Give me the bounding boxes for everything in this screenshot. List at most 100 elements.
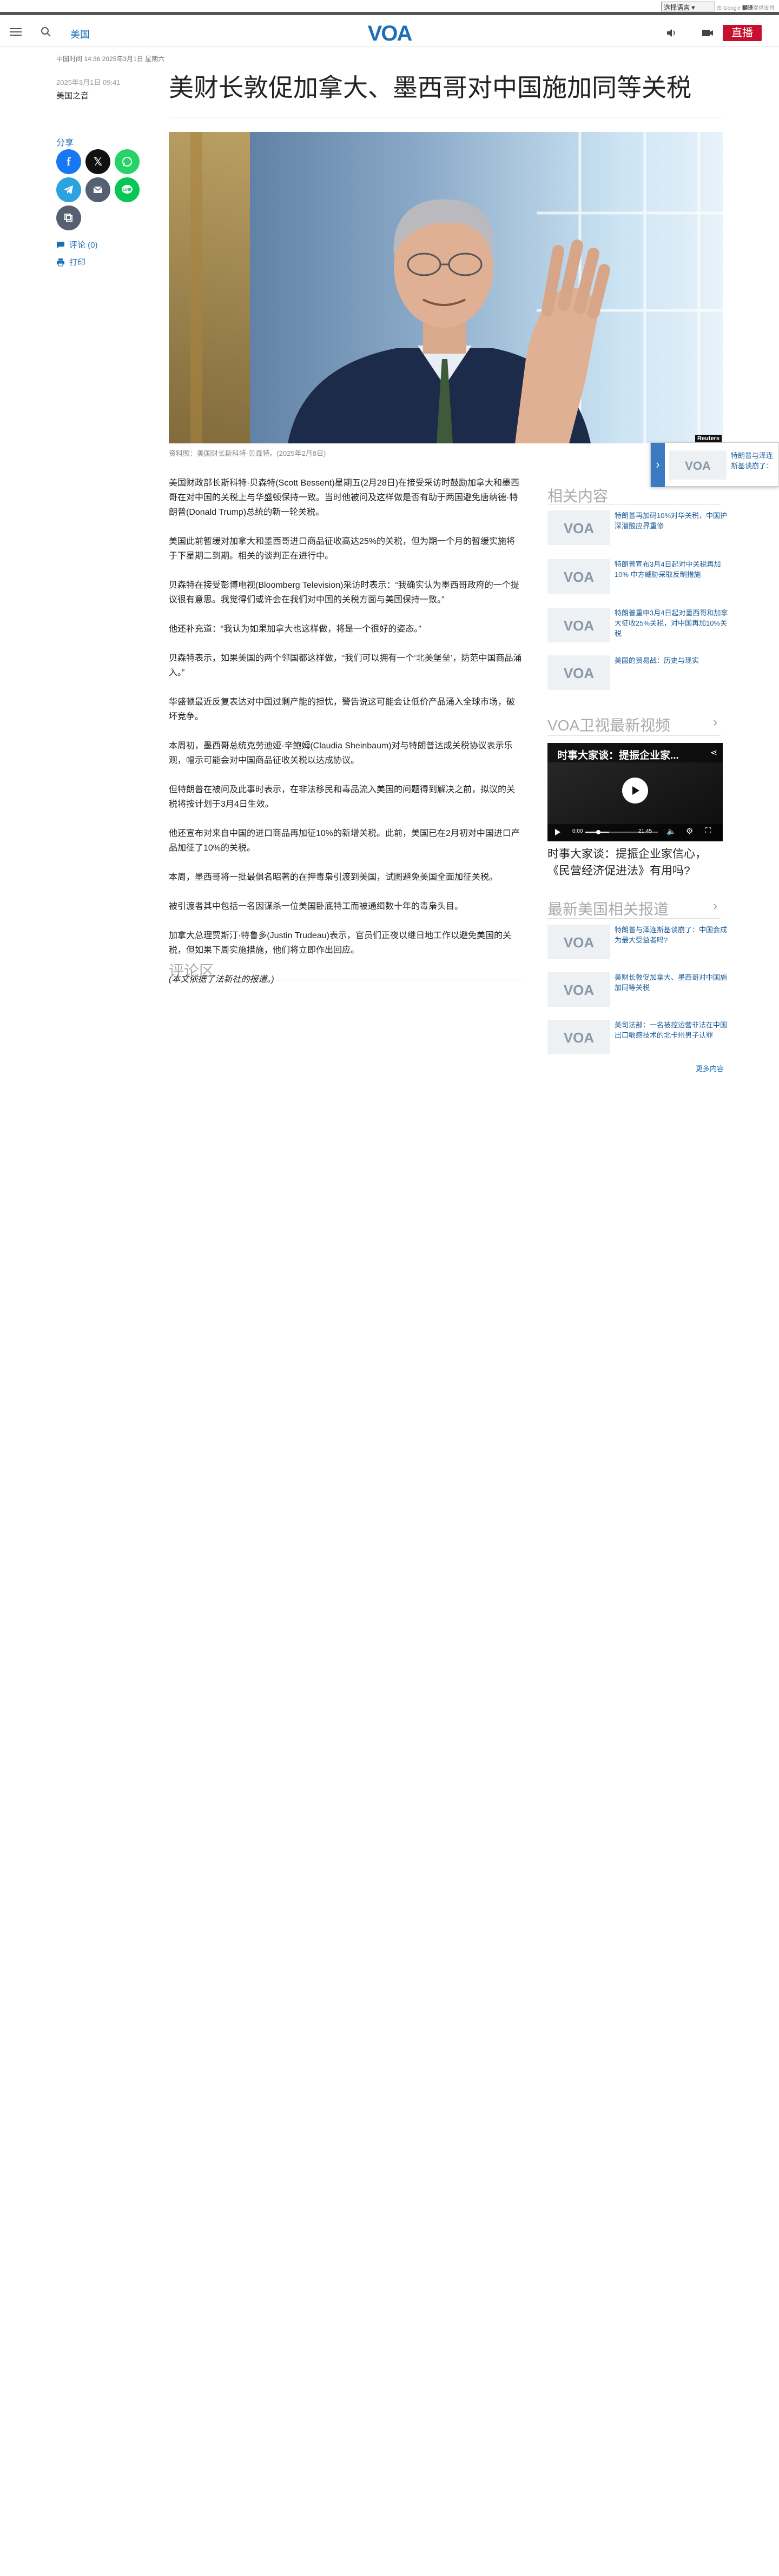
svg-text:VOA: VOA: [564, 934, 595, 950]
svg-text:VOA: VOA: [564, 569, 595, 585]
author-link[interactable]: 美国之音: [56, 90, 89, 101]
google-translate-attribution: 由 Google 翻译提供支持: [716, 3, 775, 11]
video-caption[interactable]: 时事大家谈：提振企业家信心，《民营经济促进法》有用吗?: [547, 846, 723, 879]
telegram-share-button[interactable]: [56, 177, 81, 202]
paragraph: 被引渡者其中包括一名因谋杀一位美国卧底特工而被通缉数十年的毒枭头目。: [169, 902, 464, 911]
settings-icon[interactable]: ⚙: [686, 826, 693, 836]
paragraph: 加拿大总理贾斯汀·特鲁多(Justin Trudeau)表示，官员们正夜以继日地…: [169, 931, 511, 955]
comments-label: 评论 (0): [69, 241, 98, 250]
email-icon: [93, 186, 103, 193]
print-label: 打印: [69, 258, 86, 267]
audio-icon[interactable]: [665, 27, 677, 39]
email-share-button[interactable]: [85, 177, 110, 202]
play-button[interactable]: [622, 778, 648, 804]
paragraph: 本周初，墨西哥总统克劳迪娅·辛鲍姆(Claudia Sheinbaum)对与特朗…: [169, 741, 513, 765]
paragraph: 贝森特表示，如果美国的两个邻国都这样做，“我们可以拥有一个‘北美堡垒’，防范中国…: [169, 654, 522, 678]
paragraph: 他还宣布对来自中国的进口商品再加征10%的新增关税。此前，美国已在2月初对中国进…: [169, 829, 520, 853]
chevron-right-icon[interactable]: ›: [713, 899, 717, 914]
voa-logo[interactable]: VOA: [361, 20, 418, 45]
latest-link[interactable]: 美司法部：一名被控运营非法在中国出口敏感技术的北卡州男子认罪: [615, 1020, 728, 1040]
voa-thumb-icon: VOA: [547, 925, 610, 959]
svg-text:VOA: VOA: [564, 1030, 595, 1045]
live-button[interactable]: 直播: [723, 25, 762, 41]
video-time-total: 21:45: [638, 828, 652, 834]
article-body: 美国财政部长斯科特·贝森特(Scott Bessent)星期五(2月28日)在接…: [169, 476, 523, 1001]
video-player[interactable]: 时事大家谈：提振企业家... ⋖ 0:00 21:45 🔈 ⚙ ⛶: [547, 743, 723, 841]
volume-icon[interactable]: 🔈: [666, 827, 676, 836]
related-item[interactable]: VOA 特朗普宣布3月4日起对中关税再加10% 中方威胁采取反制措施: [547, 559, 726, 597]
related-item[interactable]: VOA 特朗普重申3月4日起对墨西哥和加拿大征收25%关税，对中国再加10%关税: [547, 608, 728, 646]
svg-text:VOA: VOA: [685, 459, 711, 472]
menu-icon[interactable]: [10, 26, 22, 37]
latest-divider: [547, 918, 721, 919]
paragraph: 美国此前暂缓对加拿大和墨西哥进口商品征收高达25%的关税，但为期一个月的暂缓实施…: [169, 537, 516, 561]
arrow-right-icon[interactable]: ›: [651, 443, 665, 487]
latest-link[interactable]: 特朗普与泽连斯基谈崩了：中国会成为最大受益者吗?: [615, 925, 728, 945]
image-credit: Reuters: [695, 435, 722, 442]
language-select-label: 选择语言: [664, 4, 690, 11]
language-select[interactable]: 选择语言 ▾: [661, 2, 715, 11]
line-icon: LINE: [122, 185, 133, 194]
section-link-us[interactable]: 美国: [70, 27, 90, 41]
fullscreen-icon[interactable]: ⛶: [705, 826, 711, 835]
print-icon: [57, 258, 64, 266]
paragraph: 华盛顿最近反复表达对中国过剩产能的担忧，警告说这可能会让低价产品涌入全球市场，破…: [169, 698, 516, 721]
search-icon[interactable]: [40, 26, 52, 38]
voa-thumb-icon: VOA: [547, 972, 610, 1007]
related-link[interactable]: 特朗普宣布3月4日起对中关税再加10% 中方威胁采取反制措施: [615, 559, 728, 580]
facebook-icon: f: [67, 155, 71, 168]
image-caption: 资料照：美国财长斯科特·贝森特。(2025年2月8日): [169, 449, 326, 457]
latest-item[interactable]: VOA 美财长敦促加拿大、墨西哥对中国施加同等关税: [547, 972, 728, 1010]
comments-link[interactable]: 评论 (0): [56, 239, 98, 250]
top-strip: 选择语言 ▾ 由 Google 翻译提供支持: [0, 0, 779, 15]
play-small-icon[interactable]: [554, 828, 562, 836]
latest-item[interactable]: VOA 美司法部：一名被控运营非法在中国出口敏感技术的北卡州男子认罪: [547, 1020, 728, 1058]
chevron-right-icon[interactable]: ›: [713, 715, 717, 730]
voa-thumb-icon: VOA: [669, 450, 727, 480]
latest-section-title[interactable]: 最新美国相关报道: [547, 898, 669, 919]
line-share-button[interactable]: LINE: [115, 177, 140, 202]
translate-suffix: 提供支持: [753, 5, 775, 11]
voa-thumb-icon: VOA: [547, 1020, 610, 1054]
related-title: 相关内容: [547, 488, 609, 504]
copy-link-button[interactable]: [56, 205, 81, 230]
video-icon[interactable]: [701, 27, 714, 39]
related-link[interactable]: 美国的贸易战：历史与现实: [615, 655, 728, 666]
x-icon: 𝕏: [93, 156, 103, 168]
svg-text:VOA: VOA: [564, 618, 595, 633]
voa-thumb-icon: VOA: [547, 559, 610, 594]
x-share-button[interactable]: 𝕏: [85, 149, 110, 174]
paragraph: 但特朗普在被问及此事时表示，在非法移民和毒品流入美国的问题得到解决之前，拟议的关…: [169, 785, 516, 809]
floating-link[interactable]: 特朗普与泽连斯基谈崩了：中国会成为最大受益者吗?: [731, 450, 778, 472]
translate-by: 由 Google: [716, 5, 741, 11]
whatsapp-share-button[interactable]: [115, 149, 140, 174]
facebook-share-button[interactable]: f: [56, 149, 81, 174]
copy-icon: [64, 214, 72, 222]
translate-brand: 翻译: [742, 5, 753, 11]
latest-item[interactable]: VOA 特朗普与泽连斯基谈崩了：中国会成为最大受益者吗?: [547, 925, 728, 962]
more-link[interactable]: 更多内容: [696, 1063, 724, 1073]
print-link[interactable]: 打印: [56, 256, 85, 268]
share-icon[interactable]: ⋖: [710, 747, 717, 758]
latest-link[interactable]: 美财长敦促加拿大、墨西哥对中国施加同等关税: [615, 972, 728, 993]
comments-section-title: 评论区: [169, 962, 215, 979]
page-title: 美财长敦促加拿大、墨西哥对中国施加同等关税: [169, 74, 691, 102]
breadcrumb-date: 中国时间 14:36 2025年3月1日 星期六: [56, 55, 165, 63]
related-link[interactable]: 特朗普重申3月4日起对墨西哥和加拿大征收25%关税，对中国再加10%关税: [615, 608, 728, 639]
video-section-title[interactable]: VOA卫视最新视频: [547, 714, 670, 735]
paragraph: 美国财政部长斯科特·贝森特(Scott Bessent)星期五(2月28日)在接…: [169, 479, 520, 517]
floating-recommendation[interactable]: › VOA 特朗普与泽连斯基谈崩了：中国会成为最大受益者吗?: [650, 442, 779, 487]
svg-text:VOA: VOA: [564, 520, 595, 536]
publish-date: 2025年3月1日 09:41: [56, 78, 121, 87]
related-link[interactable]: 特朗普再加码10%对华关税，中国护深潜酸应界重修: [615, 510, 728, 531]
svg-text:VOA: VOA: [564, 665, 595, 681]
play-icon: [632, 786, 639, 795]
video-divider: [547, 735, 721, 736]
share-label: 分享: [56, 138, 74, 148]
paragraph: 他还补充道：“我认为如果加拿大也这样做，将是一个很好的姿态。”: [169, 625, 421, 634]
comment-icon: [57, 241, 64, 248]
voa-thumb-icon: VOA: [547, 655, 610, 690]
video-time-current: 0:00: [572, 828, 583, 834]
related-item[interactable]: VOA 美国的贸易战：历史与现实: [547, 655, 726, 693]
related-item[interactable]: VOA 特朗普再加码10%对华关税，中国护深潜酸应界重修: [547, 510, 728, 548]
